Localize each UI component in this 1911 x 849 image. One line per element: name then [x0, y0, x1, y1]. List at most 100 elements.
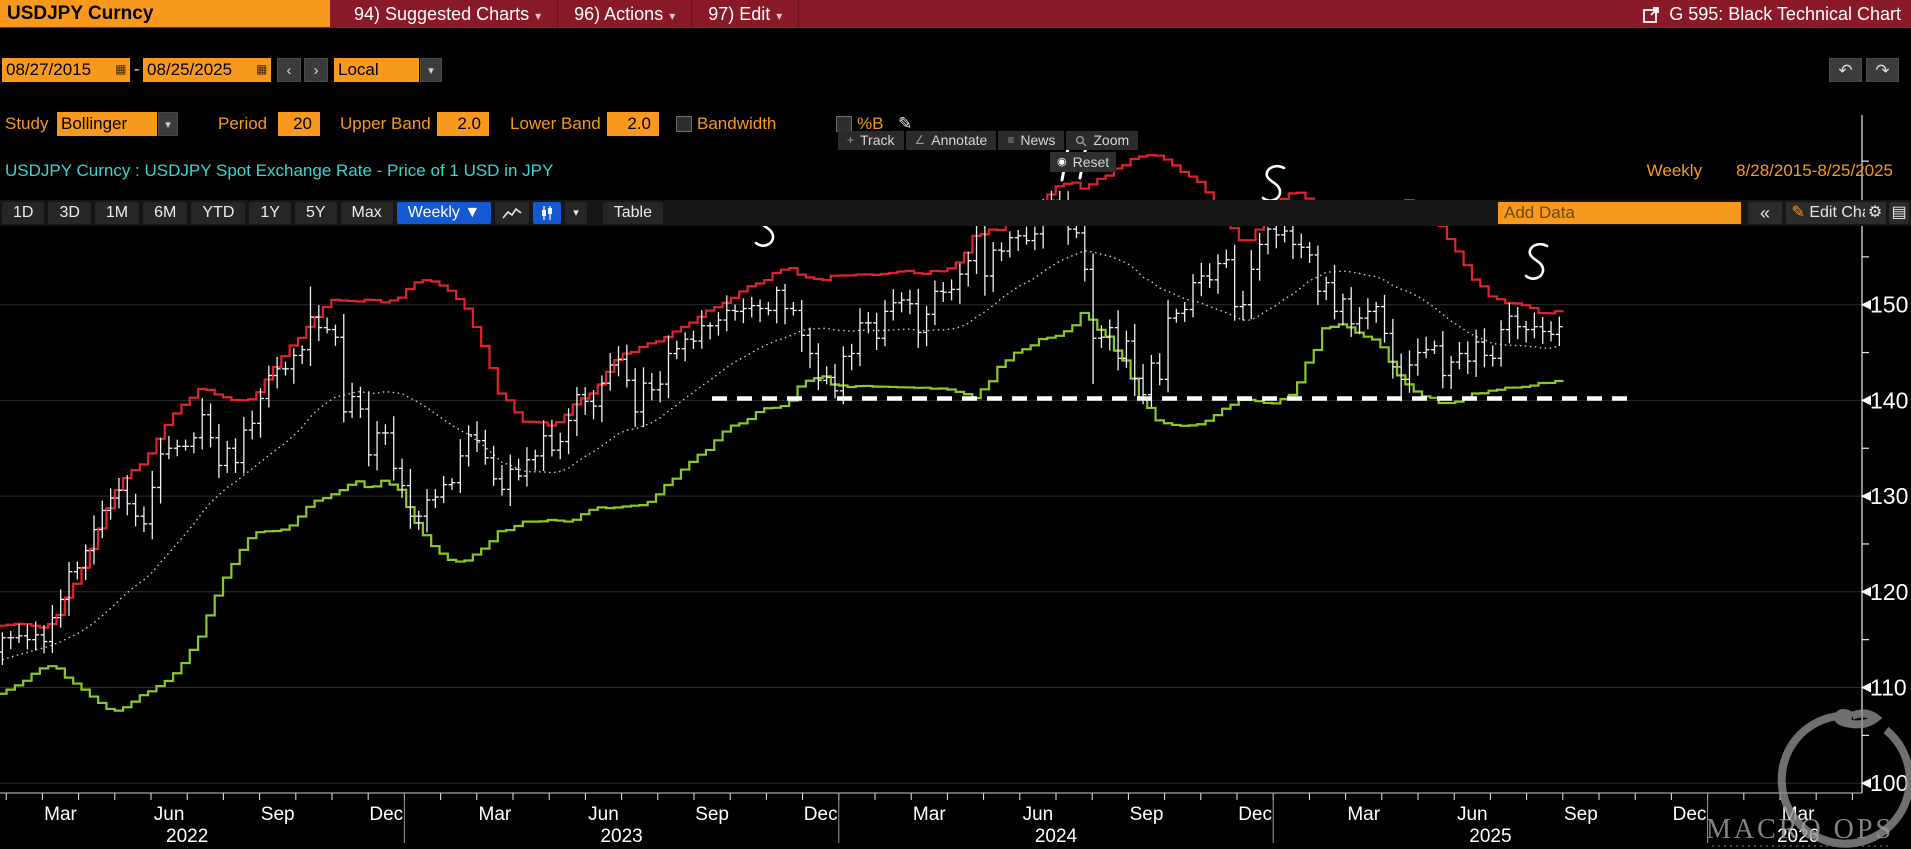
start-date-field[interactable]: 08/27/2015 ▦: [2, 58, 130, 82]
crosshair-icon: +: [847, 133, 855, 147]
settings-button[interactable]: ⚙: [1865, 202, 1885, 224]
tab-5y[interactable]: 5Y: [294, 202, 337, 224]
tab-1y[interactable]: 1Y: [249, 202, 291, 224]
svg-text:2023: 2023: [600, 826, 642, 847]
upper-band-input[interactable]: 2.0: [437, 112, 489, 136]
svg-text:Sep: Sep: [261, 804, 295, 825]
frequency-label: Weekly: [1646, 161, 1703, 180]
news-icon: ≡: [1007, 133, 1015, 147]
security-ticker-input[interactable]: USDJPY Curncy: [0, 0, 330, 27]
svg-text:Sep: Sep: [1564, 804, 1598, 825]
news-button[interactable]: ≡ News: [998, 131, 1065, 150]
svg-text:110: 110: [1870, 675, 1907, 701]
study-dropdown-arrow[interactable]: ▾: [158, 112, 178, 136]
add-data-input[interactable]: Add Data: [1498, 202, 1741, 224]
calendar-icon[interactable]: ▦: [256, 63, 269, 76]
calendar-icon[interactable]: ▦: [115, 63, 128, 76]
study-select[interactable]: Bollinger: [57, 112, 157, 136]
svg-text:150: 150: [1870, 292, 1908, 318]
svg-text:Dec: Dec: [804, 804, 838, 825]
menu-actions[interactable]: 96) Actions ▾: [558, 0, 693, 28]
zoom-reset-button[interactable]: ◉ Reset: [1050, 152, 1116, 172]
svg-text:2022: 2022: [166, 826, 208, 847]
notes-button[interactable]: ▤: [1889, 202, 1909, 224]
svg-text:Jun: Jun: [588, 804, 619, 825]
tab-1d[interactable]: 1D: [2, 202, 45, 224]
svg-text:Dec: Dec: [1673, 804, 1707, 825]
chart-toolbar: 1D 3D 1M 6M YTD 1Y 5Y Max Weekly ▼ ▾ Tab…: [0, 200, 1911, 226]
svg-text:140: 140: [1870, 387, 1908, 413]
bloomberg-terminal-screen: 100110120130140150160MarJunSepDec2022Mar…: [0, 0, 1911, 849]
svg-text:Mar: Mar: [913, 804, 946, 825]
candle-chart-type-button[interactable]: [533, 202, 562, 224]
frequency-dropdown[interactable]: Weekly ▼: [396, 202, 492, 224]
collapse-panel-button[interactable]: «: [1748, 202, 1782, 224]
zoom-button[interactable]: Zoom: [1066, 131, 1139, 150]
svg-text:Dec: Dec: [1238, 804, 1272, 825]
lower-band-label: Lower Band: [510, 114, 601, 133]
bandwidth-label: Bandwidth: [697, 114, 777, 133]
date-separator: -: [134, 61, 140, 78]
currency-select[interactable]: Local CCY: [334, 58, 419, 103]
chevron-down-icon: ▾: [535, 9, 542, 23]
prev-period-button[interactable]: ‹: [277, 58, 301, 82]
svg-text:Sep: Sep: [1130, 804, 1164, 825]
bandwidth-checkbox[interactable]: [676, 116, 692, 132]
menu-suggested-charts[interactable]: 94) Suggested Charts ▾: [338, 0, 559, 28]
window-title: G 595: Black Technical Chart: [1669, 4, 1901, 24]
study-label: Study: [5, 114, 49, 133]
security-description: USDJPY Curncy : USDJPY Spot Exchange Rat…: [5, 161, 554, 180]
redo-button[interactable]: ↷: [1866, 58, 1899, 82]
pctb-checkbox[interactable]: [836, 116, 852, 132]
chart-overlay-toolbar: + Track ∠ Annotate ≡ News Zoom: [838, 131, 1139, 150]
external-link-icon[interactable]: [1643, 6, 1660, 23]
svg-text:Jun: Jun: [1023, 804, 1054, 825]
svg-text:2024: 2024: [1035, 826, 1078, 847]
svg-text:Dec: Dec: [369, 804, 403, 825]
svg-text:130: 130: [1870, 483, 1908, 509]
annotate-icon: ∠: [914, 133, 926, 147]
tab-3d[interactable]: 3D: [48, 202, 91, 224]
svg-text:Mar: Mar: [479, 804, 512, 825]
table-button[interactable]: Table: [602, 202, 663, 224]
pencil-icon: ✎: [1791, 204, 1805, 221]
note-icon: ▤: [1891, 204, 1907, 221]
title-menu-bar: USDJPY Curncy 94) Suggested Charts ▾ 96) …: [0, 0, 1911, 28]
next-period-button[interactable]: ›: [304, 58, 328, 82]
svg-text:Mar: Mar: [44, 804, 77, 825]
tab-6m[interactable]: 6M: [143, 202, 188, 224]
reset-dot-icon: ◉: [1057, 156, 1067, 168]
chart-type-dropdown-arrow[interactable]: ▾: [565, 202, 587, 224]
chevron-down-icon: ▾: [776, 9, 783, 23]
undo-button[interactable]: ↶: [1829, 58, 1862, 82]
upper-band-label: Upper Band: [340, 114, 431, 133]
period-label: Period: [218, 114, 268, 133]
chart-subtitle-bar: USDJPY Curncy : USDJPY Spot Exchange Rat…: [0, 161, 1911, 180]
date-range-bar: 08/27/2015 ▦ - 08/25/2025 ▦ ‹ › Local CCY …: [0, 58, 1911, 103]
annotate-button[interactable]: ∠ Annotate: [905, 131, 997, 150]
currency-dropdown-arrow[interactable]: ▾: [420, 58, 442, 82]
lower-band-input[interactable]: 2.0: [607, 112, 659, 136]
tab-ytd[interactable]: YTD: [191, 202, 246, 224]
end-date-field[interactable]: 08/25/2025 ▦: [143, 58, 271, 82]
magnifier-icon: [1076, 135, 1087, 146]
svg-text:120: 120: [1870, 579, 1908, 605]
menu-edit[interactable]: 97) Edit ▾: [692, 0, 800, 28]
track-button[interactable]: + Track: [838, 131, 904, 150]
svg-text:Sep: Sep: [695, 804, 729, 825]
svg-text:Jun: Jun: [154, 804, 185, 825]
svg-text:2025: 2025: [1469, 826, 1511, 847]
candlestick-icon: [542, 206, 553, 220]
tab-1m[interactable]: 1M: [94, 202, 140, 224]
date-range-label: 8/28/2015-8/25/2025: [1736, 161, 1893, 180]
svg-text:Mar: Mar: [1347, 804, 1380, 825]
chevron-down-icon: ▾: [669, 9, 676, 23]
svg-text:MACRO OPS: MACRO OPS: [1706, 814, 1894, 845]
line-chart-icon: [502, 207, 522, 219]
period-input[interactable]: 20: [278, 112, 320, 136]
svg-text:Jun: Jun: [1457, 804, 1488, 825]
svg-text:100: 100: [1870, 770, 1908, 796]
line-chart-type-button[interactable]: [495, 202, 530, 224]
tab-max[interactable]: Max: [340, 202, 393, 224]
gear-icon: ⚙: [1867, 204, 1883, 221]
